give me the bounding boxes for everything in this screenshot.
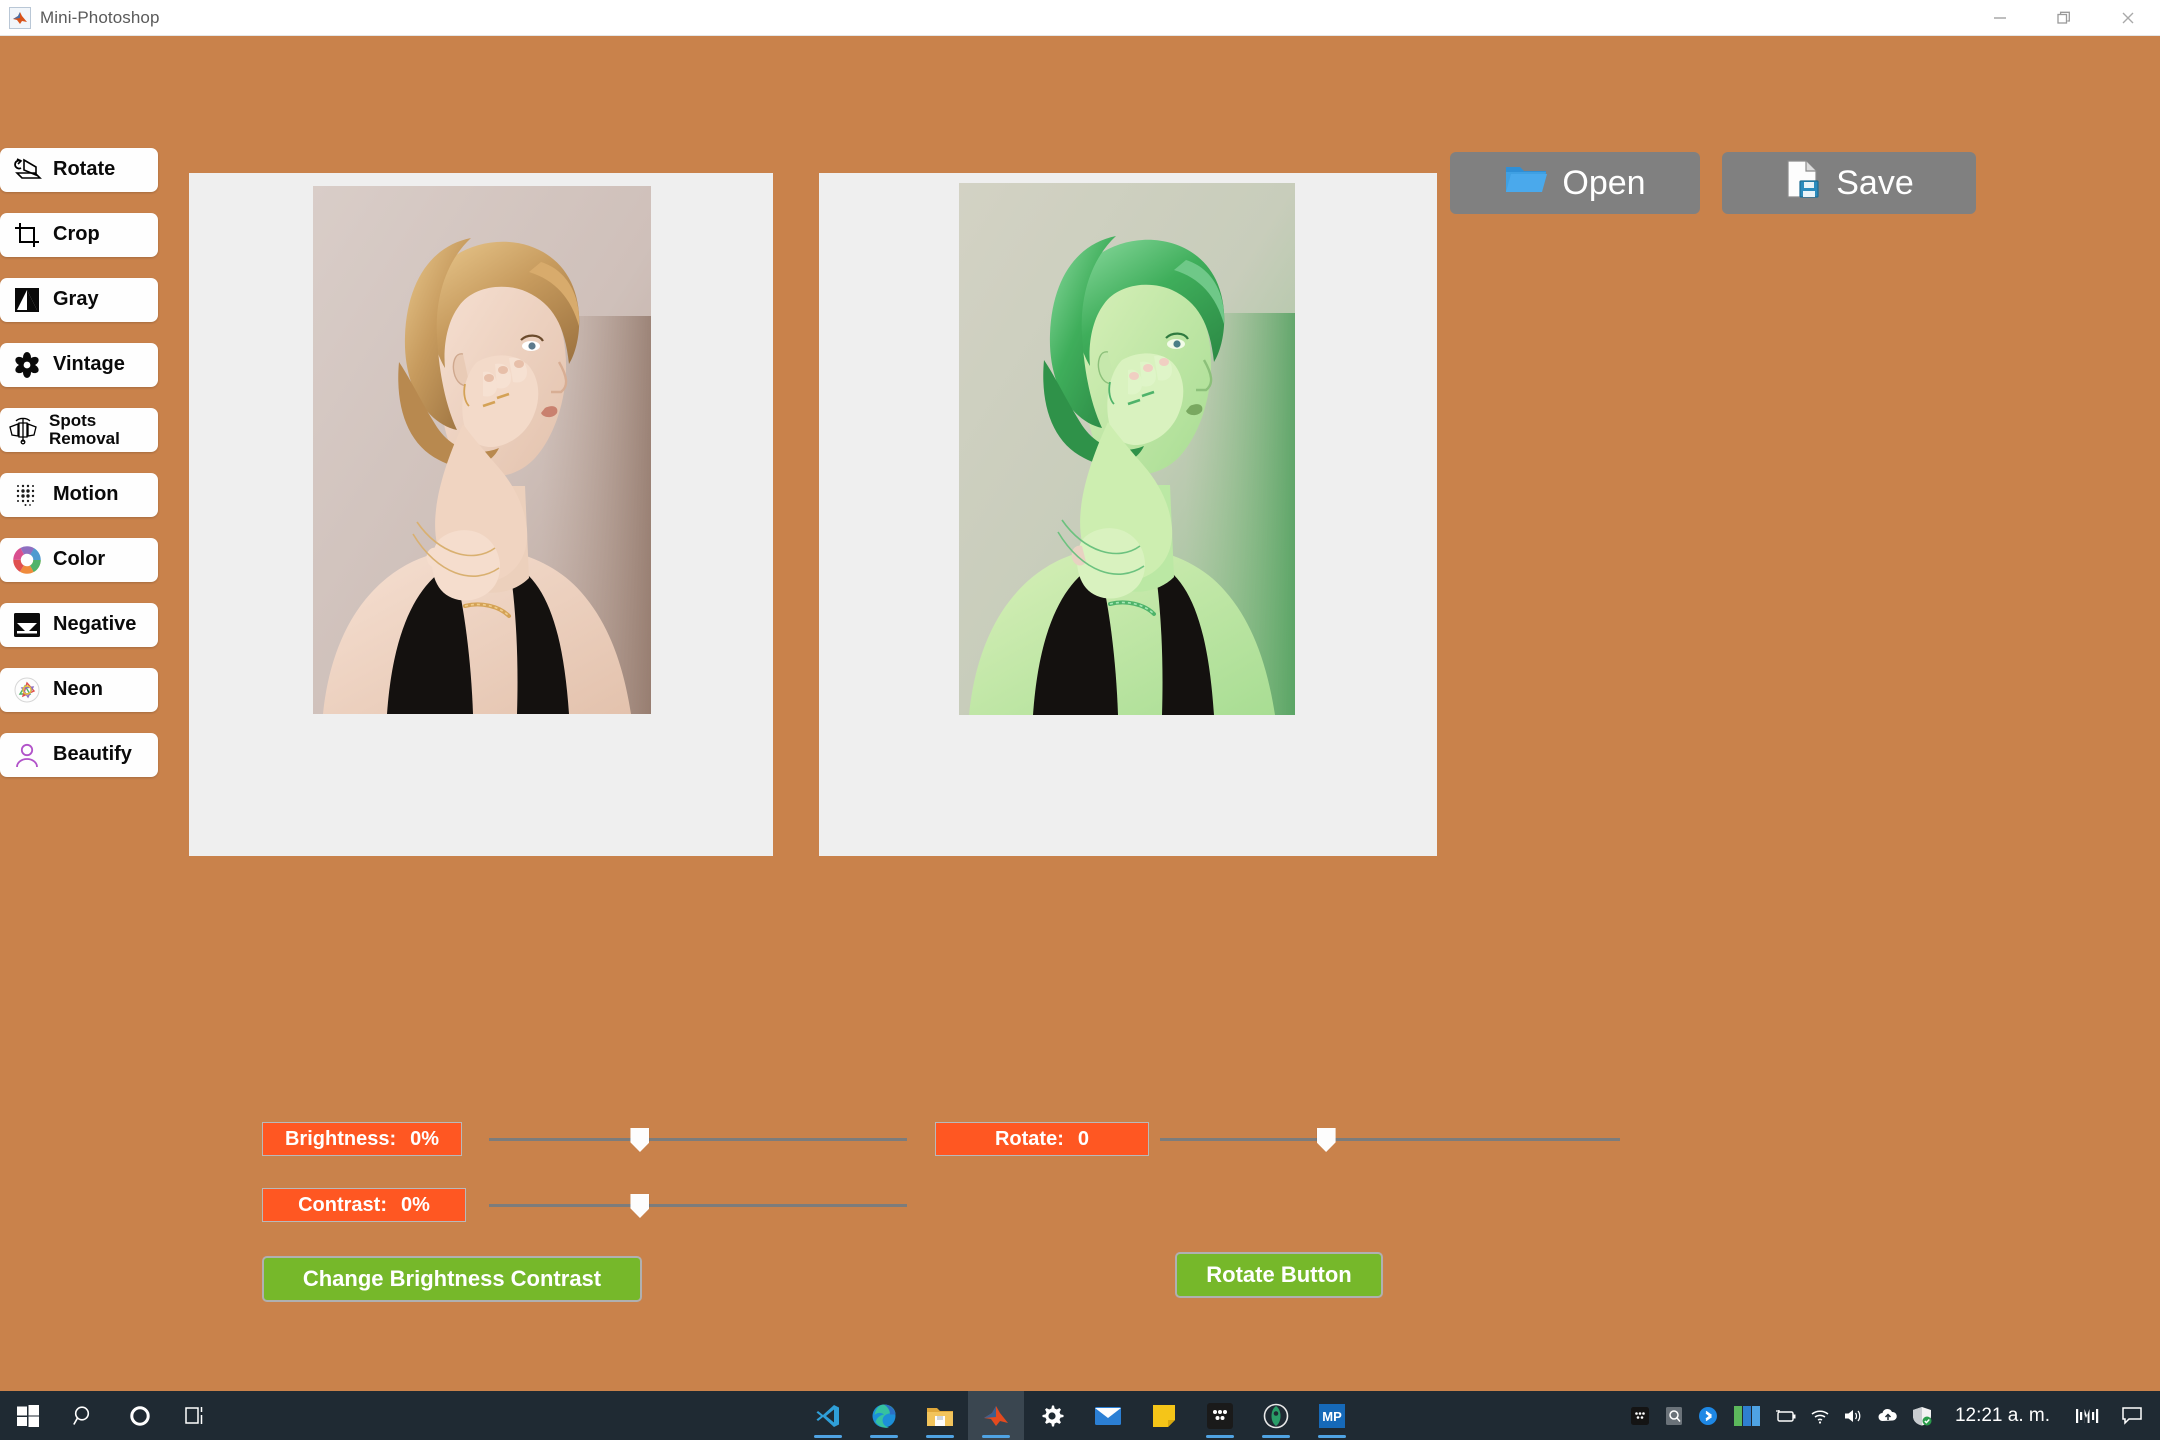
spots-removal-icon [6, 413, 40, 447]
bluetooth-icon[interactable] [1691, 1391, 1725, 1440]
neon-icon [10, 673, 44, 707]
sidebar-item-label: Neon [53, 678, 103, 701]
rotate-button[interactable]: Rotate Button [1175, 1252, 1383, 1298]
close-icon[interactable] [2096, 0, 2160, 36]
minimize-icon[interactable] [1968, 0, 2032, 36]
sidebar-item-label: Color [53, 548, 106, 571]
contrast-slider-thumb[interactable] [630, 1194, 650, 1218]
taskbar-system-buttons [0, 1391, 224, 1440]
brightness-slider-thumb[interactable] [630, 1128, 650, 1152]
rotate-3d-icon [10, 153, 44, 187]
brightness-value: 0% [410, 1127, 440, 1150]
rotate-slider-thumb[interactable] [1316, 1128, 1336, 1152]
sidebar-item-motion[interactable]: Motion [0, 473, 158, 517]
flower-icon [10, 348, 44, 382]
rotate-slider-track[interactable] [1160, 1138, 1620, 1141]
wifi-icon[interactable] [1803, 1391, 1837, 1440]
file-explorer-icon[interactable] [912, 1391, 968, 1440]
crop-icon [10, 218, 44, 252]
defender-shield-icon[interactable] [1905, 1391, 1939, 1440]
grayscale-icon [10, 283, 44, 317]
battery-icon[interactable] [1769, 1391, 1803, 1440]
edited-image[interactable] [959, 183, 1295, 715]
person-icon [10, 738, 44, 772]
green-blue-tiles-icon[interactable] [1725, 1391, 1769, 1440]
open-button[interactable]: Open [1450, 152, 1700, 214]
sidebar-item-spots-removal[interactable]: Spots Removal [0, 408, 158, 452]
rotate-slider[interactable] [1160, 1122, 1620, 1156]
mp-app-icon[interactable]: MP [1304, 1391, 1360, 1440]
flowchart-icon[interactable] [1192, 1391, 1248, 1440]
notification-icon[interactable] [2110, 1391, 2154, 1440]
sidebar-item-label: Crop [53, 223, 100, 246]
vscode-icon[interactable] [800, 1391, 856, 1440]
taskbar-apps: MP [800, 1391, 1360, 1440]
sidebar-item-label: Spots Removal [49, 410, 120, 448]
system-tray: 12:21 a. m. [1623, 1391, 2160, 1440]
folder-icon [1504, 161, 1548, 206]
sidebar-item-label: Rotate [53, 158, 116, 181]
save-button[interactable]: Save [1722, 152, 1976, 214]
window-title: Mini-Photoshop [40, 7, 160, 27]
sidebar-item-label: Vintage [53, 353, 125, 376]
sidebar-item-crop[interactable]: Crop [0, 213, 158, 257]
mail-icon[interactable] [1080, 1391, 1136, 1440]
original-image[interactable] [313, 186, 651, 714]
save-document-icon [1784, 159, 1822, 208]
brightness-label: Brightness: 0% [262, 1122, 462, 1156]
sidebar-item-label: Negative [53, 613, 137, 636]
sidebar-item-label: Beautify [53, 743, 132, 766]
motion-dots-icon [10, 478, 44, 512]
contrast-value: 0% [400, 1193, 430, 1216]
color-wheel-icon [10, 543, 44, 577]
sidebar-item-color[interactable]: Color [0, 538, 158, 582]
meet-now-icon[interactable] [2066, 1391, 2110, 1440]
sidebar-item-beautify[interactable]: Beautify [0, 733, 158, 777]
onedrive-search-icon[interactable] [1657, 1391, 1691, 1440]
windows-start-icon[interactable] [0, 1391, 56, 1440]
gitkraken-icon[interactable] [1248, 1391, 1304, 1440]
matlab-icon [9, 6, 31, 29]
contrast-label: Contrast: 0% [262, 1188, 466, 1222]
sidebar-item-vintage[interactable]: Vintage [0, 343, 158, 387]
app-window: Mini-Photoshop Rotate Crop Gray Vintage … [0, 0, 2160, 1440]
cortana-icon[interactable] [112, 1391, 168, 1440]
taskbar: MP 12:21 a. m. [0, 1391, 2160, 1440]
sticky-notes-icon[interactable] [1136, 1391, 1192, 1440]
task-view-icon[interactable] [168, 1391, 224, 1440]
volume-icon[interactable] [1837, 1391, 1871, 1440]
sidebar-item-neon[interactable]: Neon [0, 668, 158, 712]
contrast-label-text: Contrast: [298, 1193, 387, 1216]
clock[interactable]: 12:21 a. m. [1939, 1405, 2066, 1427]
edge-icon[interactable] [856, 1391, 912, 1440]
title-bar: Mini-Photoshop [0, 0, 2160, 36]
contrast-slider-track[interactable] [489, 1204, 907, 1207]
sidebar-item-gray[interactable]: Gray [0, 278, 158, 322]
search-icon[interactable] [56, 1391, 112, 1440]
rotate-value: 0 [1077, 1127, 1089, 1150]
sidebar-item-label: Gray [53, 288, 99, 311]
brightness-slider[interactable] [489, 1122, 907, 1156]
sidebar-item-label: Motion [53, 483, 119, 506]
change-brightness-contrast-button[interactable]: Change Brightness Contrast [262, 1256, 642, 1302]
brightness-slider-track[interactable] [489, 1138, 907, 1141]
contrast-slider[interactable] [489, 1188, 907, 1222]
rotate-label: Rotate: 0 [935, 1122, 1149, 1156]
cloud-upload-icon[interactable] [1871, 1391, 1905, 1440]
brightness-label-text: Brightness: [284, 1127, 397, 1150]
open-button-label: Open [1562, 163, 1646, 202]
sidebar-item-negative[interactable]: Negative [0, 603, 158, 647]
sidebar-item-rotate[interactable]: Rotate [0, 148, 158, 192]
matlab-icon[interactable] [968, 1391, 1024, 1440]
tool-sidebar: Rotate Crop Gray Vintage Spots Removal M… [0, 148, 162, 798]
svg-text:MP: MP [1322, 1409, 1342, 1424]
flowchart-tray-icon[interactable] [1623, 1391, 1657, 1440]
restore-icon[interactable] [2032, 0, 2096, 36]
save-button-label: Save [1836, 163, 1914, 202]
rotate-label-text: Rotate: [994, 1127, 1064, 1150]
settings-icon[interactable] [1024, 1391, 1080, 1440]
negative-icon [10, 608, 44, 642]
